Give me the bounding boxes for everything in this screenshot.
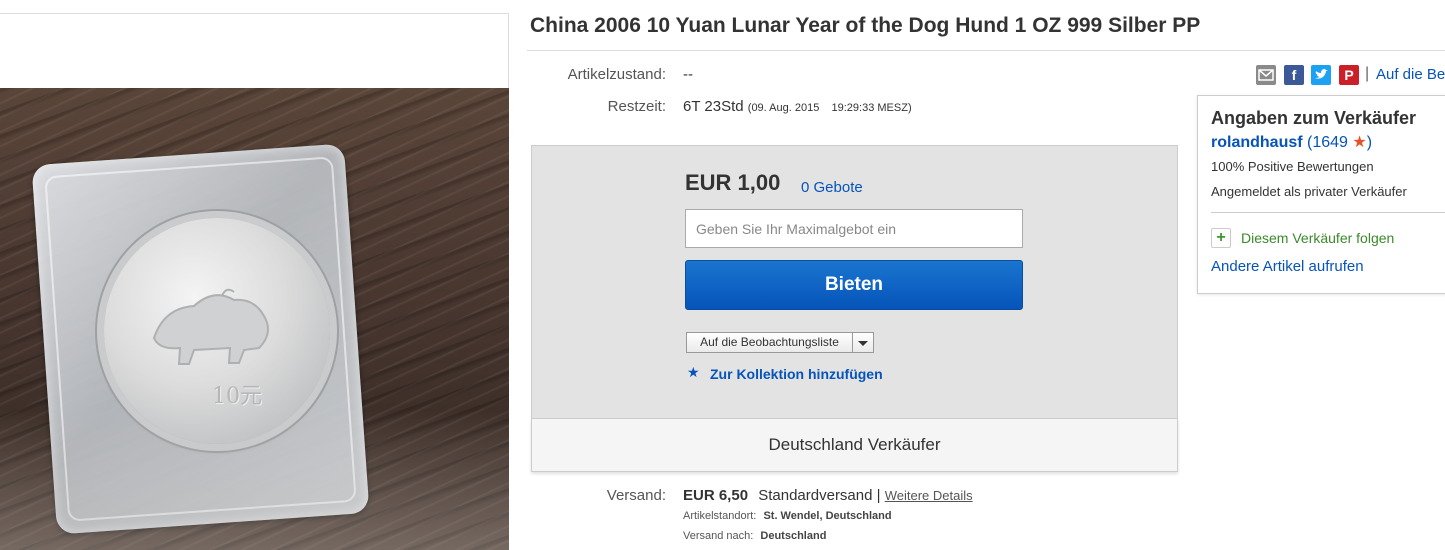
bid-button[interactable]: Bieten bbox=[685, 260, 1023, 310]
shipping-row: EUR 6,50 Standardversand | Weitere Detai… bbox=[683, 487, 973, 504]
silver-coin: 10元 bbox=[104, 218, 330, 444]
watch-list-dropdown[interactable]: Auf die Beobachtungsliste bbox=[686, 332, 874, 353]
dog-relief-icon bbox=[152, 288, 269, 365]
shipping-price: EUR 6,50 bbox=[683, 487, 749, 504]
mail-icon[interactable] bbox=[1256, 65, 1276, 85]
bid-count-link[interactable]: 0 Gebote bbox=[801, 179, 863, 196]
ships-to-label: Versand nach: bbox=[683, 530, 754, 542]
end-time: 19:29:33 MESZ) bbox=[831, 102, 912, 114]
chevron-down-icon[interactable] bbox=[852, 333, 873, 352]
add-to-collection-link[interactable]: Zur Kollektion hinzufügen bbox=[710, 366, 883, 382]
title-divider bbox=[527, 50, 1445, 51]
item-location-value: St. Wendel, Deutschland bbox=[763, 510, 892, 522]
item-location-label: Artikelstandort: bbox=[683, 510, 757, 522]
plus-icon[interactable]: + bbox=[1211, 228, 1231, 248]
other-items-link[interactable]: Andere Artikel aufrufen bbox=[1211, 258, 1364, 275]
image-panel: 10元 bbox=[0, 13, 509, 550]
watch-list-label: Auf die Beobachtungsliste bbox=[700, 335, 839, 349]
positive-feedback: 100% Positive Bewertungen bbox=[1211, 159, 1374, 174]
star-icon: ★ bbox=[687, 364, 700, 380]
coin-value-text: 10元 bbox=[212, 384, 262, 409]
feedback-score-link[interactable]: 1649 bbox=[1312, 134, 1348, 151]
end-date: (09. Aug. 2015 bbox=[747, 102, 820, 114]
ships-to-row: Versand nach: Deutschland bbox=[683, 530, 826, 542]
condition-label: Artikelzustand: bbox=[567, 66, 666, 83]
shipping-label: Versand: bbox=[606, 487, 666, 504]
ships-to-value: Deutschland bbox=[760, 530, 827, 542]
watch-list-link[interactable]: Auf die Be bbox=[1376, 66, 1445, 83]
facebook-icon[interactable]: f bbox=[1284, 65, 1304, 85]
item-photo[interactable]: 10元 bbox=[0, 88, 509, 550]
seller-divider bbox=[1211, 212, 1445, 213]
seller-name-row: rolandhausf (1649 ★) bbox=[1211, 132, 1372, 152]
feedback-close-paren: ) bbox=[1366, 134, 1373, 151]
pinterest-icon[interactable]: P bbox=[1339, 65, 1359, 85]
current-price: EUR 1,00 bbox=[685, 170, 781, 195]
time-left-duration: 6T 23Std bbox=[683, 98, 744, 115]
seller-name-link[interactable]: rolandhausf bbox=[1211, 134, 1303, 151]
condition-value: -- bbox=[683, 66, 693, 83]
shipping-method: Standardversand | bbox=[758, 487, 881, 504]
follow-seller-link[interactable]: Diesem Verkäufer folgen bbox=[1241, 230, 1394, 246]
share-separator: | bbox=[1365, 65, 1370, 82]
seller-location-bar: Deutschland Verkäufer bbox=[531, 418, 1178, 472]
feedback-star-icon: ★ bbox=[1352, 134, 1367, 151]
item-title: China 2006 10 Yuan Lunar Year of the Dog… bbox=[530, 14, 1201, 37]
seller-type: Angemeldet als privater Verkäufer bbox=[1211, 184, 1407, 199]
more-details-link[interactable]: Weitere Details bbox=[885, 488, 973, 503]
twitter-icon[interactable] bbox=[1311, 65, 1331, 85]
max-bid-input[interactable] bbox=[685, 209, 1023, 248]
item-location-row: Artikelstandort: St. Wendel, Deutschland bbox=[683, 510, 892, 522]
time-left-value: 6T 23Std (09. Aug. 2015 19:29:33 MESZ) bbox=[683, 98, 912, 115]
time-left-label: Restzeit: bbox=[607, 98, 666, 115]
seller-info-title: Angaben zum Verkäufer bbox=[1211, 108, 1417, 128]
